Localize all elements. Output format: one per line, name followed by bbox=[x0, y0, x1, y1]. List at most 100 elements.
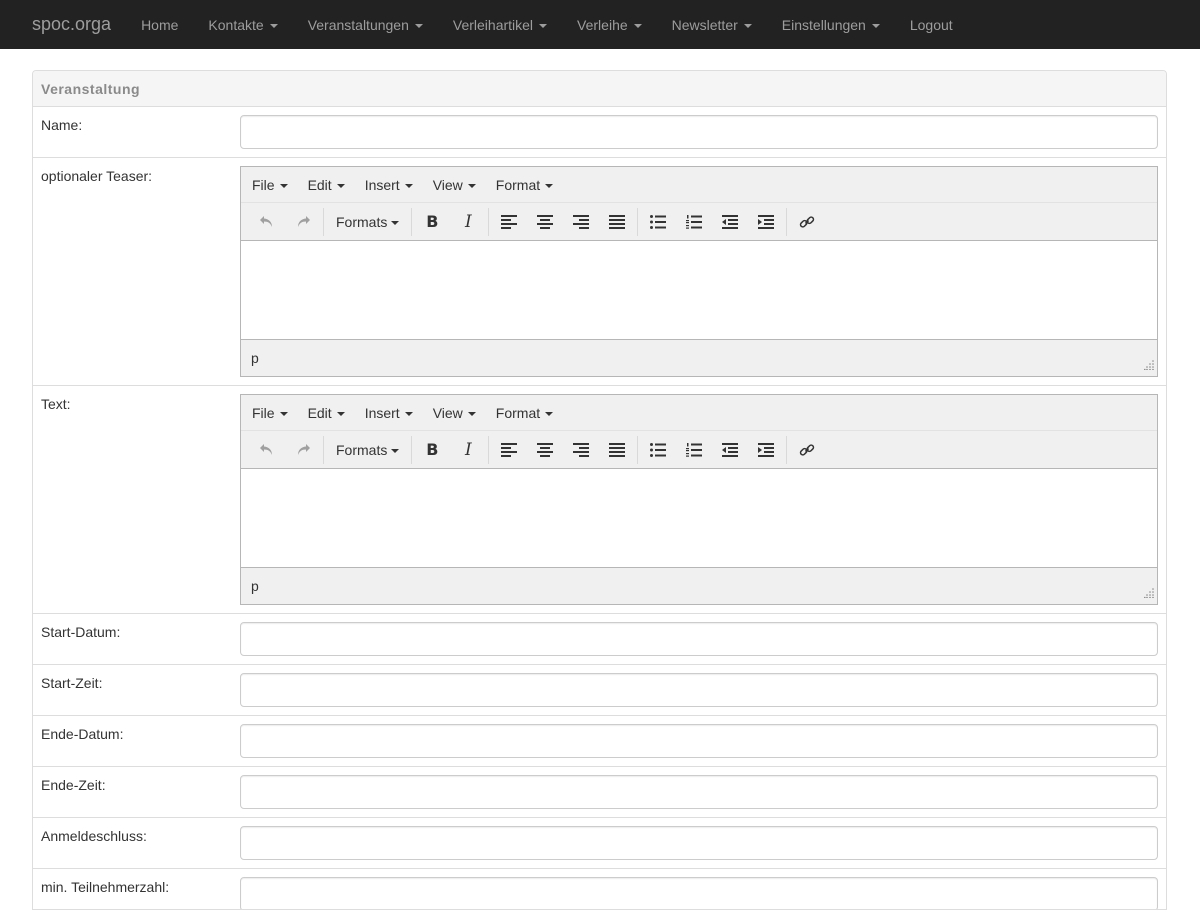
brand-link[interactable]: spoc.orga bbox=[32, 14, 111, 35]
formats-label: Formats bbox=[336, 213, 388, 230]
menu-edit[interactable]: Edit bbox=[308, 177, 345, 193]
caret-down-icon bbox=[404, 183, 413, 188]
start-time-input[interactable] bbox=[240, 673, 1158, 707]
end-time-input[interactable] bbox=[240, 775, 1158, 809]
form-row-deadline: Anmeldeschluss: bbox=[33, 818, 1166, 869]
nav-verleihartikel[interactable]: Verleihartikel bbox=[452, 16, 548, 33]
start-date-input[interactable] bbox=[240, 622, 1158, 656]
editor-menubar: File Edit Insert View Format bbox=[241, 167, 1157, 203]
menu-view-label: View bbox=[432, 176, 463, 193]
nav-logout-label: Logout bbox=[909, 16, 953, 33]
menu-file-label: File bbox=[252, 176, 275, 193]
toolbar-separator bbox=[786, 435, 788, 464]
align-right-icon[interactable] bbox=[563, 208, 599, 236]
panel-title: Veranstaltung bbox=[33, 71, 1166, 107]
menu-insert[interactable]: Insert bbox=[365, 177, 413, 193]
bold-icon[interactable]: B bbox=[414, 208, 450, 236]
editor-menubar: File Edit Insert View Format bbox=[241, 395, 1157, 431]
element-path[interactable]: p bbox=[251, 578, 259, 594]
caret-down-icon bbox=[743, 23, 752, 28]
caret-down-icon bbox=[336, 411, 345, 416]
text-editor-body[interactable] bbox=[241, 468, 1157, 568]
redo-icon[interactable] bbox=[285, 208, 321, 236]
nav-kontakte[interactable]: Kontakte bbox=[208, 17, 278, 33]
indent-icon[interactable] bbox=[748, 208, 784, 236]
form-row-min-participants: min. Teilnehmerzahl: bbox=[33, 869, 1166, 909]
redo-icon[interactable] bbox=[285, 436, 321, 464]
formats-label: Formats bbox=[336, 441, 388, 458]
end-date-input[interactable] bbox=[240, 724, 1158, 758]
align-justify-icon[interactable] bbox=[599, 436, 635, 464]
italic-icon[interactable]: I bbox=[450, 208, 486, 236]
nav-verleihe[interactable]: Verleihe bbox=[577, 17, 642, 33]
menu-format[interactable]: Format bbox=[496, 177, 554, 193]
menu-file-label: File bbox=[252, 404, 275, 421]
menu-view[interactable]: View bbox=[433, 177, 476, 193]
nav-logout[interactable]: Logout bbox=[910, 17, 953, 33]
toolbar-separator bbox=[323, 207, 324, 236]
editor-statusbar: p bbox=[241, 340, 1157, 376]
form-row-start-date: Start-Datum: bbox=[33, 614, 1166, 665]
caret-down-icon bbox=[391, 448, 400, 453]
nav-einstellungen[interactable]: Einstellungen bbox=[782, 17, 880, 33]
nav-home[interactable]: Home bbox=[141, 17, 178, 33]
caret-down-icon bbox=[279, 411, 288, 416]
italic-icon[interactable]: I bbox=[450, 436, 486, 464]
formats-dropdown[interactable]: Formats bbox=[326, 442, 409, 458]
align-justify-icon[interactable] bbox=[599, 208, 635, 236]
outdent-icon[interactable] bbox=[712, 436, 748, 464]
teaser-editor: File Edit Insert View Format Formats B I… bbox=[240, 166, 1158, 377]
editor-toolbar: Formats B I bbox=[241, 431, 1157, 468]
align-center-icon[interactable] bbox=[527, 208, 563, 236]
teaser-label: optionaler Teaser: bbox=[41, 168, 153, 184]
element-path[interactable]: p bbox=[251, 350, 259, 366]
toolbar-separator bbox=[323, 435, 324, 464]
link-icon[interactable] bbox=[789, 208, 825, 236]
outdent-icon[interactable] bbox=[712, 208, 748, 236]
align-right-icon[interactable] bbox=[563, 436, 599, 464]
nav-verleihartikel-label: Verleihartikel bbox=[452, 16, 534, 33]
name-input[interactable] bbox=[240, 115, 1158, 149]
teaser-editor-body[interactable] bbox=[241, 240, 1157, 340]
bold-icon[interactable]: B bbox=[414, 436, 450, 464]
caret-down-icon bbox=[336, 183, 345, 188]
menu-format[interactable]: Format bbox=[496, 405, 554, 421]
link-icon[interactable] bbox=[789, 436, 825, 464]
menu-file[interactable]: File bbox=[252, 405, 288, 421]
caret-down-icon bbox=[279, 183, 288, 188]
toolbar-separator bbox=[637, 207, 639, 236]
nav-veranstaltungen[interactable]: Veranstaltungen bbox=[308, 17, 423, 33]
menu-edit-label: Edit bbox=[307, 176, 332, 193]
numbered-list-icon[interactable] bbox=[676, 436, 712, 464]
formats-dropdown[interactable]: Formats bbox=[326, 214, 409, 230]
caret-down-icon bbox=[414, 23, 423, 28]
undo-icon[interactable] bbox=[249, 208, 285, 236]
bullet-list-icon[interactable] bbox=[640, 436, 676, 464]
min-participants-input[interactable] bbox=[240, 877, 1158, 909]
numbered-list-icon[interactable] bbox=[676, 208, 712, 236]
deadline-input[interactable] bbox=[240, 826, 1158, 860]
top-navbar: spoc.orga Home Kontakte Veranstaltungen … bbox=[0, 0, 1200, 49]
caret-down-icon bbox=[545, 183, 554, 188]
menu-view[interactable]: View bbox=[433, 405, 476, 421]
resize-handle-icon[interactable] bbox=[1144, 357, 1154, 373]
resize-handle-icon[interactable] bbox=[1144, 585, 1154, 601]
align-left-icon[interactable] bbox=[491, 436, 527, 464]
indent-icon[interactable] bbox=[748, 436, 784, 464]
menu-file[interactable]: File bbox=[252, 177, 288, 193]
menu-insert[interactable]: Insert bbox=[365, 405, 413, 421]
nav-newsletter[interactable]: Newsletter bbox=[672, 17, 752, 33]
align-center-icon[interactable] bbox=[527, 436, 563, 464]
align-left-icon[interactable] bbox=[491, 208, 527, 236]
text-editor: File Edit Insert View Format Formats B I… bbox=[240, 394, 1158, 605]
caret-down-icon bbox=[539, 23, 548, 28]
bullet-list-icon[interactable] bbox=[640, 208, 676, 236]
menu-edit[interactable]: Edit bbox=[308, 405, 345, 421]
toolbar-separator bbox=[637, 435, 639, 464]
form-row-name: Name: bbox=[33, 107, 1166, 158]
form-row-start-time: Start-Zeit: bbox=[33, 665, 1166, 716]
toolbar-separator bbox=[488, 207, 490, 236]
caret-down-icon bbox=[871, 23, 880, 28]
min-participants-label: min. Teilnehmerzahl: bbox=[41, 879, 170, 895]
undo-icon[interactable] bbox=[249, 436, 285, 464]
